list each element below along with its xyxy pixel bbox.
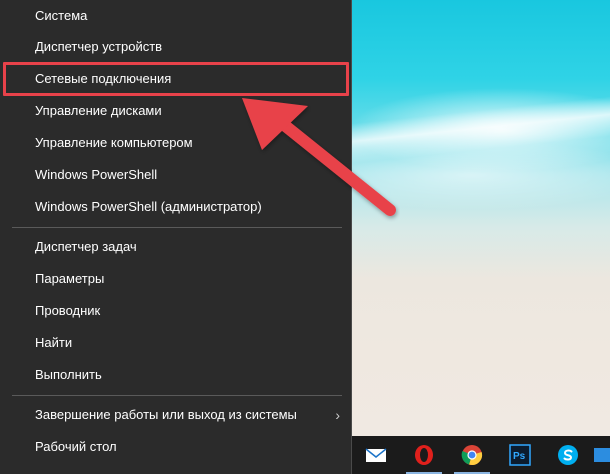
skype-icon — [558, 445, 578, 465]
menu-item-device-manager[interactable]: Диспетчер устройств — [0, 31, 352, 63]
app-icon — [594, 448, 610, 462]
taskbar: Ps — [352, 436, 610, 474]
chrome-icon — [461, 445, 483, 465]
taskbar-app-button[interactable] — [592, 436, 610, 474]
svg-text:Ps: Ps — [513, 451, 526, 462]
menu-item-task-manager[interactable]: Диспетчер задач — [0, 231, 352, 263]
photoshop-icon: Ps — [509, 444, 531, 466]
menu-item-run[interactable]: Выполнить — [0, 359, 352, 391]
taskbar-mail-button[interactable] — [352, 436, 400, 474]
highlight-box — [3, 62, 349, 96]
menu-item-search[interactable]: Найти — [0, 327, 352, 359]
menu-item-shutdown-label: Завершение работы или выход из системы — [35, 407, 297, 422]
menu-separator — [12, 227, 342, 228]
mail-icon — [365, 448, 387, 462]
opera-icon — [415, 445, 433, 465]
taskbar-chrome-button[interactable] — [448, 436, 496, 474]
annotation-arrow — [242, 98, 396, 216]
taskbar-opera-button[interactable] — [400, 436, 448, 474]
taskbar-skype-button[interactable] — [544, 436, 592, 474]
menu-item-shutdown[interactable]: Завершение работы или выход из системы › — [0, 399, 352, 431]
menu-item-explorer[interactable]: Проводник — [0, 295, 352, 327]
menu-item-settings[interactable]: Параметры — [0, 263, 352, 295]
menu-item-desktop[interactable]: Рабочий стол — [0, 431, 352, 463]
menu-separator — [12, 395, 342, 396]
menu-item-system[interactable]: Система — [0, 0, 352, 32]
taskbar-photoshop-button[interactable]: Ps — [496, 436, 544, 474]
chevron-right-icon: › — [335, 407, 340, 423]
